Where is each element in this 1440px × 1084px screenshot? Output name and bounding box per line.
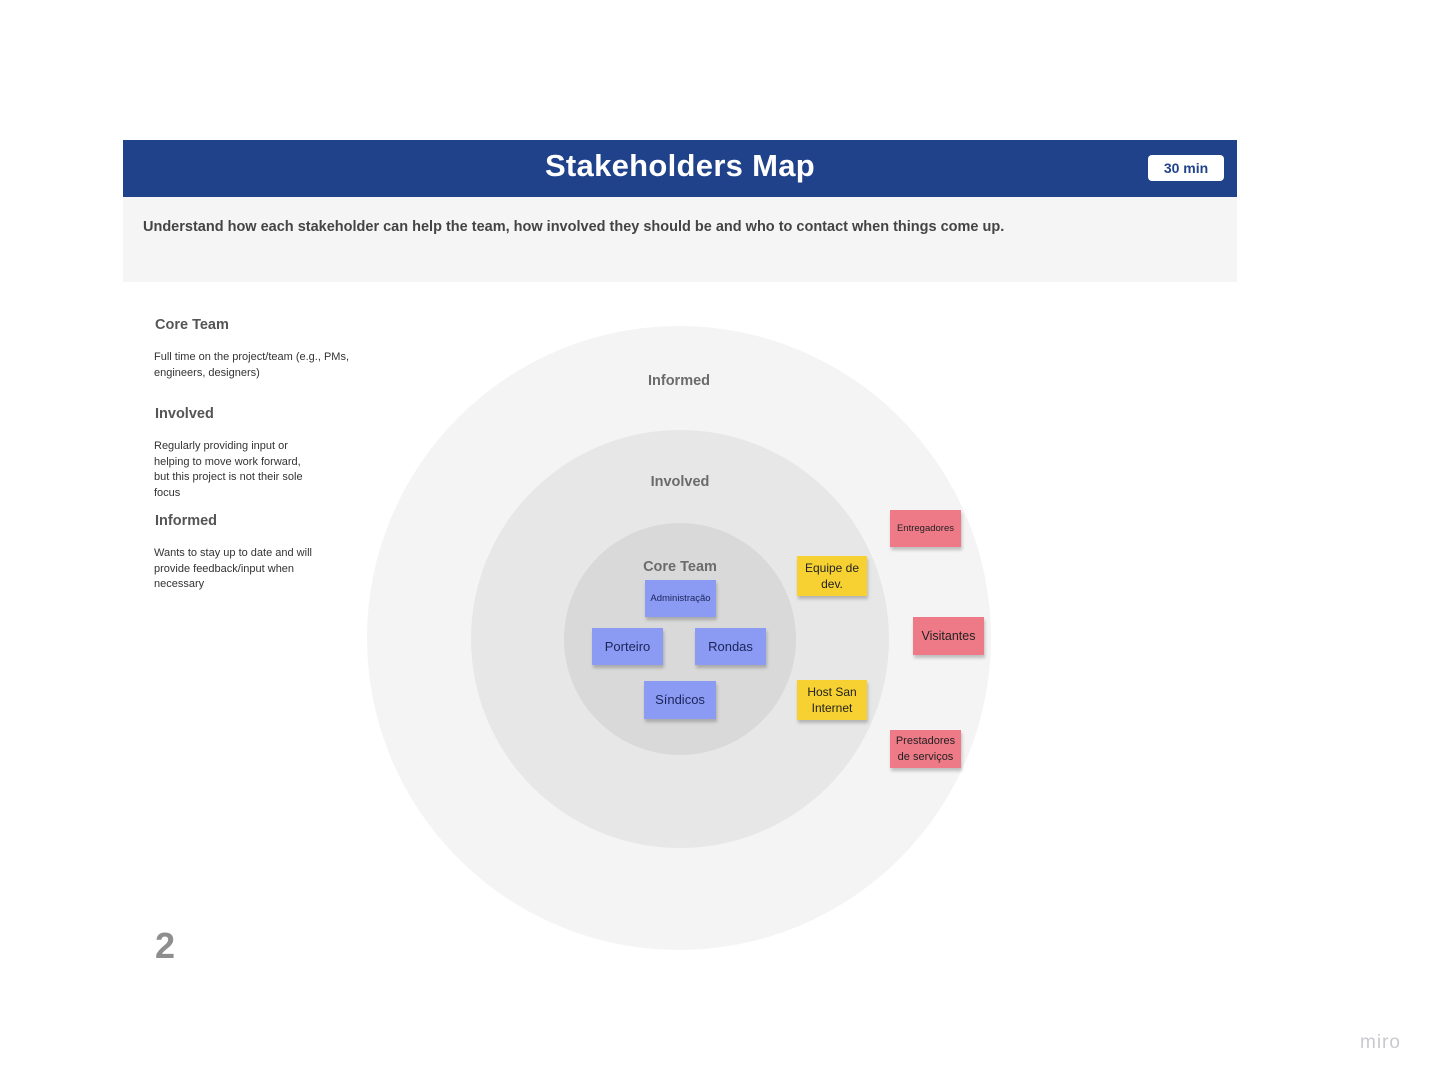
legend-line: Full time on the project/team (e.g., PMs…: [154, 351, 350, 363]
sticky-note-visitantes[interactable]: Visitantes: [913, 617, 984, 655]
description-panel: Understand how each stakeholder can help…: [123, 197, 1237, 282]
legend-involved-text: Regularly providing input or helping to …: [154, 439, 303, 501]
legend-core-heading: Core Team: [155, 317, 229, 333]
legend-line: Regularly providing input or: [154, 440, 288, 452]
description-text: Understand how each stakeholder can help…: [143, 219, 1005, 235]
legend-line: helping to move work forward,: [154, 455, 301, 468]
miro-logo: miro: [1360, 1032, 1401, 1053]
legend-line: Wants to stay up to date and will: [154, 547, 312, 559]
sticky-note-equipe-de-dev[interactable]: Equipe de dev.: [797, 556, 867, 596]
sticky-note-rondas[interactable]: Rondas: [695, 628, 766, 665]
involved-ring-label: Involved: [650, 474, 710, 490]
sticky-note-administracao[interactable]: Administração: [645, 580, 716, 617]
sticky-note-entregadores[interactable]: Entregadores: [890, 510, 961, 547]
legend-informed-text: Wants to stay up to date and will provid…: [154, 546, 312, 593]
legend-line: provide feedback/input when: [154, 562, 295, 575]
core-team-ring-label: Core Team: [643, 559, 717, 575]
page-title: Stakeholders Map: [544, 148, 816, 183]
legend-involved-heading: Involved: [155, 406, 214, 422]
legend-line: necessary: [154, 578, 205, 590]
legend-line: engineers, designers): [154, 366, 260, 379]
sticky-note-prestadores-de-servicos[interactable]: Prestadores de serviços: [890, 730, 961, 768]
page-number: 2: [155, 925, 176, 966]
legend-line: focus: [154, 486, 181, 499]
legend-core-text: Full time on the project/team (e.g., PMs…: [154, 350, 349, 381]
legend-informed-heading: Informed: [155, 513, 218, 529]
informed-ring-label: Informed: [647, 373, 711, 389]
sticky-note-porteiro[interactable]: Porteiro: [592, 628, 663, 665]
time-badge: 30 min: [1148, 155, 1224, 181]
legend-line: but this project is not their sole: [154, 471, 303, 483]
sticky-note-sindicos[interactable]: Síndicos: [644, 681, 716, 719]
header-bar: Stakeholders Map 30 min: [123, 140, 1237, 197]
sticky-note-host-san-internet[interactable]: Host San Internet: [797, 680, 867, 720]
